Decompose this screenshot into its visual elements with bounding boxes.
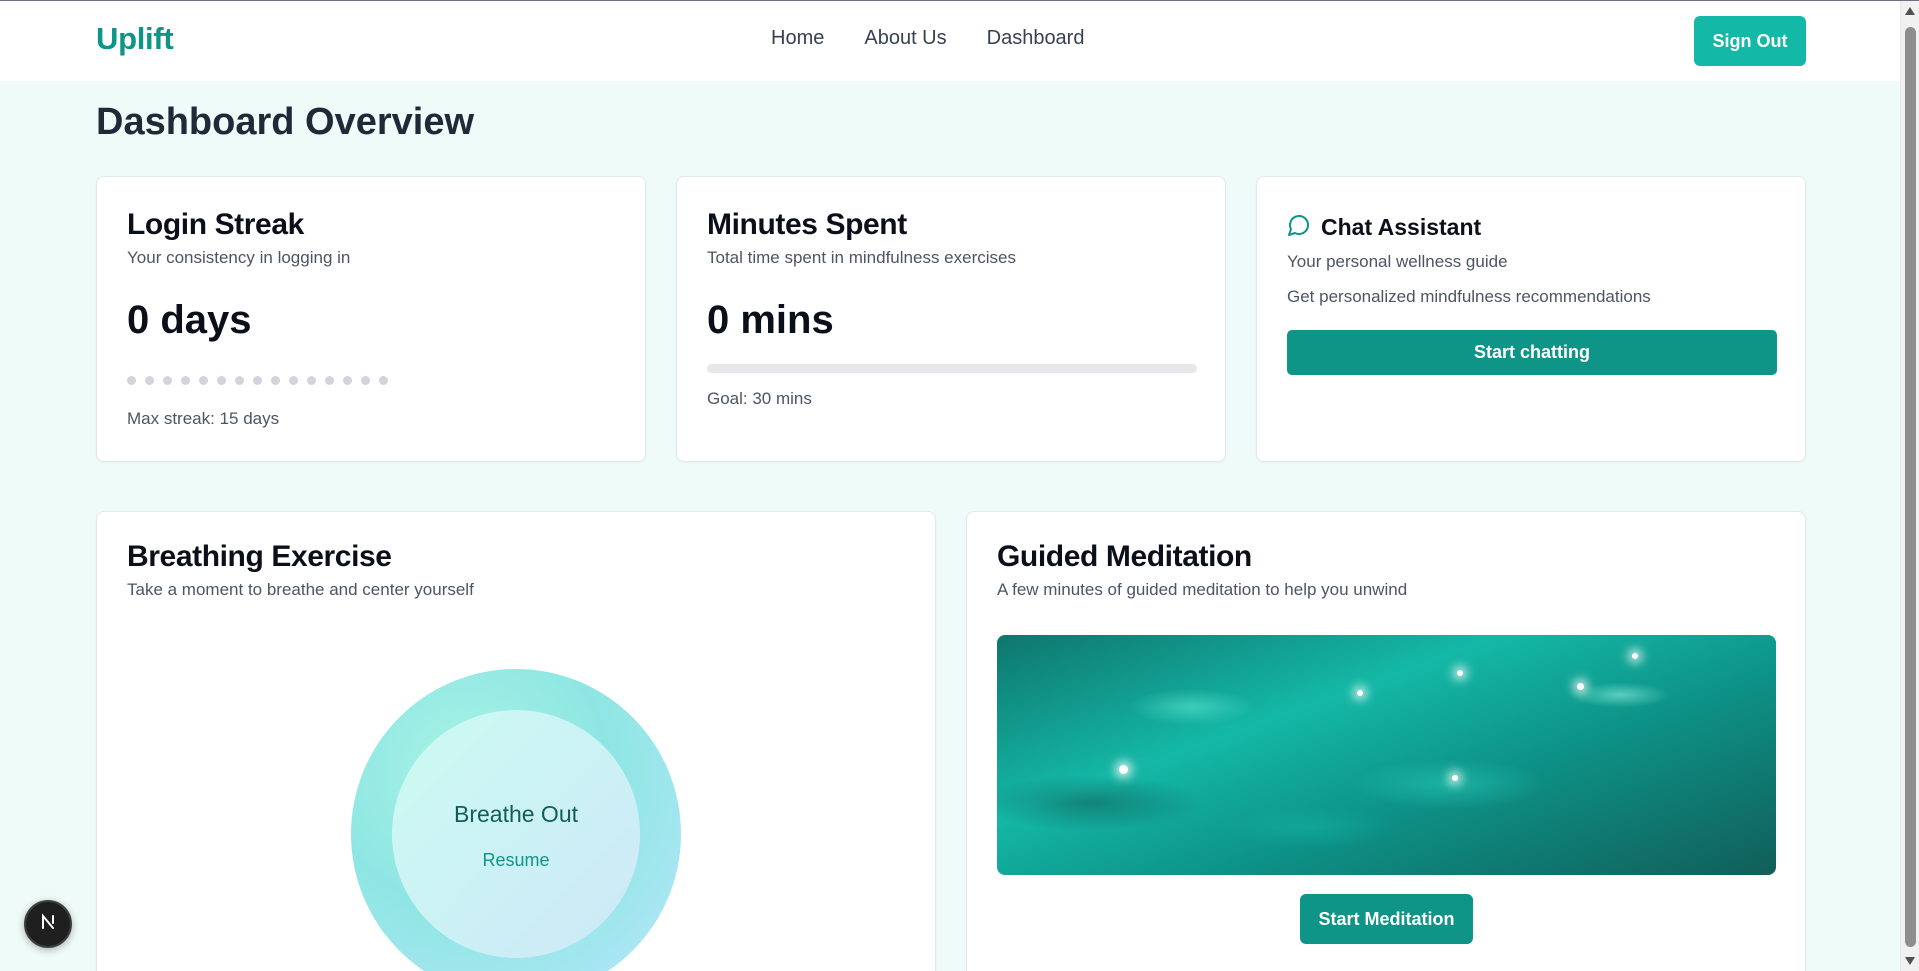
minutes-spent-subtitle: Total time spent in mindfulness exercise… — [707, 248, 1016, 267]
water-sparkle — [1452, 775, 1458, 781]
scroll-thumb[interactable] — [1905, 27, 1916, 947]
brand-logo[interactable]: Uplift — [96, 21, 174, 57]
login-streak-value: 0 days — [127, 298, 252, 342]
breathing-subtitle: Take a moment to breathe and center your… — [127, 580, 474, 599]
page-title: Dashboard Overview — [96, 101, 475, 143]
resume-button[interactable]: Resume — [482, 850, 549, 871]
nav-link-dashboard[interactable]: Dashboard — [987, 27, 1085, 50]
max-streak-text: Max streak: 15 days — [127, 409, 280, 428]
dev-tools-badge[interactable] — [24, 900, 72, 948]
streak-dot — [307, 376, 316, 385]
streak-dot — [343, 376, 352, 385]
meditation-title: Guided Meditation — [997, 540, 1252, 573]
streak-dot — [145, 376, 154, 385]
minutes-progress-bar — [707, 364, 1197, 373]
next-logo-icon — [37, 911, 59, 938]
main-nav: Home About Us Dashboard — [771, 27, 1084, 50]
breathing-exercise-card: Breathing Exercise Take a moment to brea… — [96, 511, 936, 971]
streak-dot — [163, 376, 172, 385]
guided-meditation-card: Guided Meditation A few minutes of guide… — [966, 511, 1806, 971]
scroll-down-arrow-icon[interactable] — [1905, 957, 1915, 965]
streak-dot — [379, 376, 388, 385]
water-sparkle — [1457, 670, 1463, 676]
streak-dot — [199, 376, 208, 385]
streak-dot — [325, 376, 334, 385]
chat-bubble-icon — [1287, 213, 1311, 242]
scroll-up-arrow-icon[interactable] — [1905, 7, 1915, 15]
login-streak-subtitle: Your consistency in logging in — [127, 248, 351, 267]
minutes-spent-title: Minutes Spent — [707, 208, 907, 241]
streak-dot — [271, 376, 280, 385]
sign-out-button[interactable]: Sign Out — [1694, 16, 1806, 66]
breathing-inner-circle: Breathe Out Resume — [392, 710, 640, 958]
streak-dot — [361, 376, 370, 385]
chat-assistant-subtitle: Your personal wellness guide — [1287, 252, 1508, 271]
streak-dot — [235, 376, 244, 385]
streak-dots — [127, 376, 388, 385]
start-meditation-button[interactable]: Start Meditation — [1300, 894, 1473, 944]
login-streak-title: Login Streak — [127, 208, 304, 241]
streak-dot — [127, 376, 136, 385]
minutes-spent-value: 0 mins — [707, 298, 834, 342]
water-sparkle — [1577, 683, 1584, 690]
nav-link-about-us[interactable]: About Us — [864, 27, 946, 50]
breathing-phase-text: Breathe Out — [453, 800, 579, 827]
nav-link-home[interactable]: Home — [771, 27, 824, 50]
streak-dot — [181, 376, 190, 385]
water-sparkle — [1632, 653, 1638, 659]
chat-assistant-header: Chat Assistant — [1287, 213, 1481, 242]
top-navbar: Uplift Home About Us Dashboard Sign Out — [0, 1, 1900, 81]
streak-dot — [253, 376, 262, 385]
window-border — [0, 0, 1919, 1]
meditation-subtitle: A few minutes of guided meditation to he… — [997, 580, 1408, 599]
start-chatting-button[interactable]: Start chatting — [1287, 330, 1777, 375]
minutes-goal-text: Goal: 30 mins — [707, 389, 812, 408]
breathing-circle[interactable]: Breathe Out Resume — [351, 669, 681, 971]
meditation-water-image — [997, 635, 1776, 875]
chat-assistant-description: Get personalized mindfulness recommendat… — [1287, 287, 1651, 306]
chat-assistant-title: Chat Assistant — [1321, 214, 1482, 240]
water-sparkle — [1119, 765, 1128, 774]
login-streak-card: Login Streak Your consistency in logging… — [96, 176, 646, 462]
chat-assistant-card: Chat Assistant Your personal wellness gu… — [1256, 176, 1806, 462]
breathing-title: Breathing Exercise — [127, 540, 392, 573]
streak-dot — [217, 376, 226, 385]
page-scrollbar[interactable] — [1900, 1, 1919, 971]
streak-dot — [289, 376, 298, 385]
water-sparkle — [1357, 690, 1363, 696]
minutes-spent-card: Minutes Spent Total time spent in mindfu… — [676, 176, 1226, 462]
